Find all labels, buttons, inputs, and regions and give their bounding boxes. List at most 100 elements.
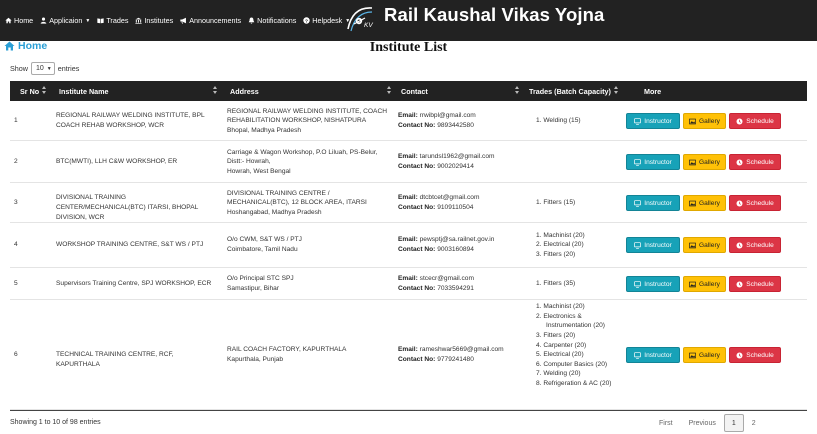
gallery-button[interactable]: Gallery [683,347,726,363]
gallery-button[interactable]: Gallery [683,195,726,211]
nav-institutes[interactable]: Institutes [135,16,173,25]
image-icon [689,118,696,125]
pagination-page-2[interactable]: 2 [744,414,764,432]
gallery-button[interactable]: Gallery [683,276,726,292]
nav-helpdesk[interactable]: ? Helpdesk ▼ [303,16,350,25]
table-row: 5 Supervisors Training Centre, SPJ WORKSH… [10,268,807,300]
schedule-button[interactable]: Schedule [729,237,781,253]
gallery-button[interactable]: Gallery [683,237,726,253]
image-icon [689,281,696,288]
contact-label: Contact No: [398,203,436,211]
schedule-button-label: Schedule [746,351,774,359]
schedule-button-label: Schedule [746,117,774,125]
trade-item: 1. Fitters (35) [536,280,576,288]
schedule-button[interactable]: Schedule [729,347,781,363]
trade-item: 3. Fitters (20) [536,331,576,339]
row-institute-name: WORKSHOP TRAINING CENTRE, S&T WS / PTJ [56,241,204,249]
instructor-button[interactable]: Instructor [626,154,680,170]
gallery-button[interactable]: Gallery [683,154,726,170]
row-actions: Instructor Gallery Schedule [626,237,781,253]
gallery-button-label: Gallery [699,351,720,359]
row-sr-no: 5 [14,280,18,288]
sort-icon[interactable] [213,86,218,95]
column-header-contact[interactable]: Contact [401,87,428,96]
trade-item: 5. Electrical (20) [536,351,584,359]
sort-icon[interactable] [515,86,520,95]
gallery-button-label: Gallery [699,158,720,166]
monitor-icon [634,280,642,288]
sort-icon[interactable] [387,86,392,95]
email-value[interactable]: dtcbtcet@gmail.com [420,194,480,201]
svg-text:?: ? [305,18,308,24]
email-label: Email: [398,153,418,161]
instructor-button[interactable]: Instructor [626,113,680,129]
row-contact: Email: dtcbtcet@gmail.com Contact No: 910… [398,193,526,212]
email-value[interactable]: tarundsl1962@gmail.com [420,153,495,160]
row-address: DIVISIONAL TRAINING CENTRE / MECHANICAL(… [227,189,389,218]
schedule-button-label: Schedule [746,280,774,288]
column-header-institute-name[interactable]: Institute Name [59,87,109,96]
nav-announcements[interactable]: Announcements [180,16,241,25]
email-value[interactable]: rameshwar5669@gmail.com [420,346,504,353]
image-icon [689,352,696,359]
megaphone-icon [180,17,187,24]
contact-value: 9002029414 [437,162,474,170]
entries-per-page-select[interactable]: 10 ▼ [30,62,55,75]
nav-notifications[interactable]: Notifications [248,16,296,25]
row-address-line: O/o CWM, S&T WS / PTJ [227,236,302,244]
schedule-button[interactable]: Schedule [729,195,781,211]
row-address: O/o CWM, S&T WS / PTJ Coimbatore, Tamil N… [227,235,389,254]
schedule-button[interactable]: Schedule [729,276,781,292]
nav-home[interactable]: Home [5,16,33,25]
email-label: Email: [398,194,418,202]
sort-icon[interactable] [42,86,47,95]
schedule-button[interactable]: Schedule [729,113,781,129]
row-actions: Instructor Gallery Schedule [626,276,781,292]
row-phone: Contact No: 9109110504 [398,203,526,213]
column-header-address[interactable]: Address [230,87,259,96]
row-address: RAIL COACH FACTORY, KAPURTHALA Kapurthala… [227,345,389,364]
clock-icon [736,158,743,166]
row-trades: 1. Welding (15) [536,116,628,126]
row-contact: Email: tarundsl1962@gmail.com Contact No:… [398,152,526,171]
row-contact: Email: rameshwar5669@gmail.com Contact No… [398,345,526,364]
pagination-first[interactable]: First [651,414,681,432]
column-header-sr-no[interactable]: Sr No [20,87,39,96]
email-label: Email: [398,346,418,354]
row-sr-no: 6 [14,351,18,359]
svg-text:KV: KV [364,22,373,29]
pagination-page-1[interactable]: 1 [723,414,744,432]
row-actions: Instructor Gallery Schedule [626,113,781,129]
nav-trades[interactable]: Trades [97,16,128,25]
email-value[interactable]: rrwibpl@gmail.com [420,112,476,119]
instructor-button[interactable]: Instructor [626,347,680,363]
row-sr-no: 4 [14,241,18,249]
nav-application-label: Applicaion [49,16,83,25]
entries-per-page-value: 10 [35,65,44,72]
row-contact: Email: pewsptj@sa.railnet.gov.in Contact … [398,235,526,254]
clock-icon [736,199,743,207]
trade-item: 4. Carpenter (20) [536,341,587,349]
gallery-button-label: Gallery [699,199,720,207]
site-brand-title: Rail Kaushal Vikas Yojna [384,4,605,25]
row-institute-name: Supervisors Training Centre, SPJ WORKSHO… [56,280,212,288]
instructor-button[interactable]: Instructor [626,237,680,253]
instructor-button[interactable]: Instructor [626,276,680,292]
row-address: REGIONAL RAILWAY WELDING INSTITUTE, COAC… [227,107,389,136]
email-label: Email: [398,275,418,283]
schedule-button[interactable]: Schedule [729,154,781,170]
email-value[interactable]: pewsptj@sa.railnet.gov.in [420,236,495,243]
column-header-trades[interactable]: Trades (Batch Capacity) [529,87,611,96]
pagination-previous[interactable]: Previous [681,414,724,432]
sort-icon[interactable] [614,86,619,95]
row-institute-name: BTC(MWTI), LLH C&W WORKSHOP, ER [56,158,178,166]
email-value[interactable]: stcecr@gmail.com [420,275,474,282]
row-trades: 1. Machinist (20) 2. Electronics & Instru… [536,302,628,388]
main-menu: Home Applicaion ▼ Trades Institutes Anno… [5,16,350,25]
instructor-button[interactable]: Instructor [626,195,680,211]
gallery-button[interactable]: Gallery [683,113,726,129]
instructor-button-label: Instructor [644,351,672,359]
rkvy-logo: KV [347,7,373,32]
image-icon [689,200,696,207]
nav-application[interactable]: Applicaion ▼ [40,16,90,25]
